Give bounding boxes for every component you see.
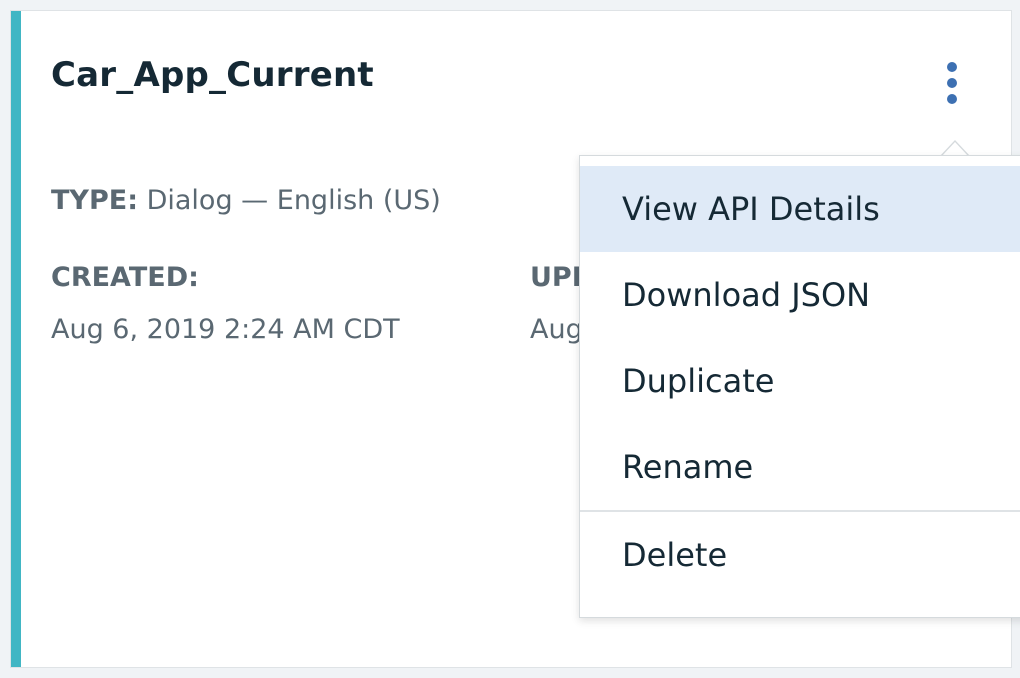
menu-item-download-json[interactable]: Download JSON — [580, 252, 1020, 338]
menu-item-view-api-details[interactable]: View API Details — [580, 166, 1020, 252]
card-accent-bar — [11, 11, 21, 667]
created-value: Aug 6, 2019 2:24 AM CDT — [51, 314, 400, 345]
menu-caret — [940, 140, 970, 157]
type-row: TYPE: Dialog — English (US) — [51, 185, 441, 216]
updated-value: Aug — [530, 314, 583, 345]
type-value: Dialog — English (US) — [146, 185, 441, 216]
menu-item-duplicate[interactable]: Duplicate — [580, 338, 1020, 424]
menu-item-delete[interactable]: Delete — [580, 512, 1020, 598]
overflow-menu: View API Details Download JSON Duplicate… — [579, 155, 1020, 618]
overflow-menu-button[interactable] — [931, 51, 973, 115]
overflow-menu-vertical-icon — [947, 62, 957, 104]
menu-item-rename[interactable]: Rename — [580, 424, 1020, 510]
created-label: CREATED: — [51, 262, 199, 293]
type-label: TYPE: — [51, 185, 138, 216]
card-title: Car_App_Current — [51, 55, 374, 95]
overflow-menu-list: View API Details Download JSON Duplicate… — [580, 156, 1020, 598]
